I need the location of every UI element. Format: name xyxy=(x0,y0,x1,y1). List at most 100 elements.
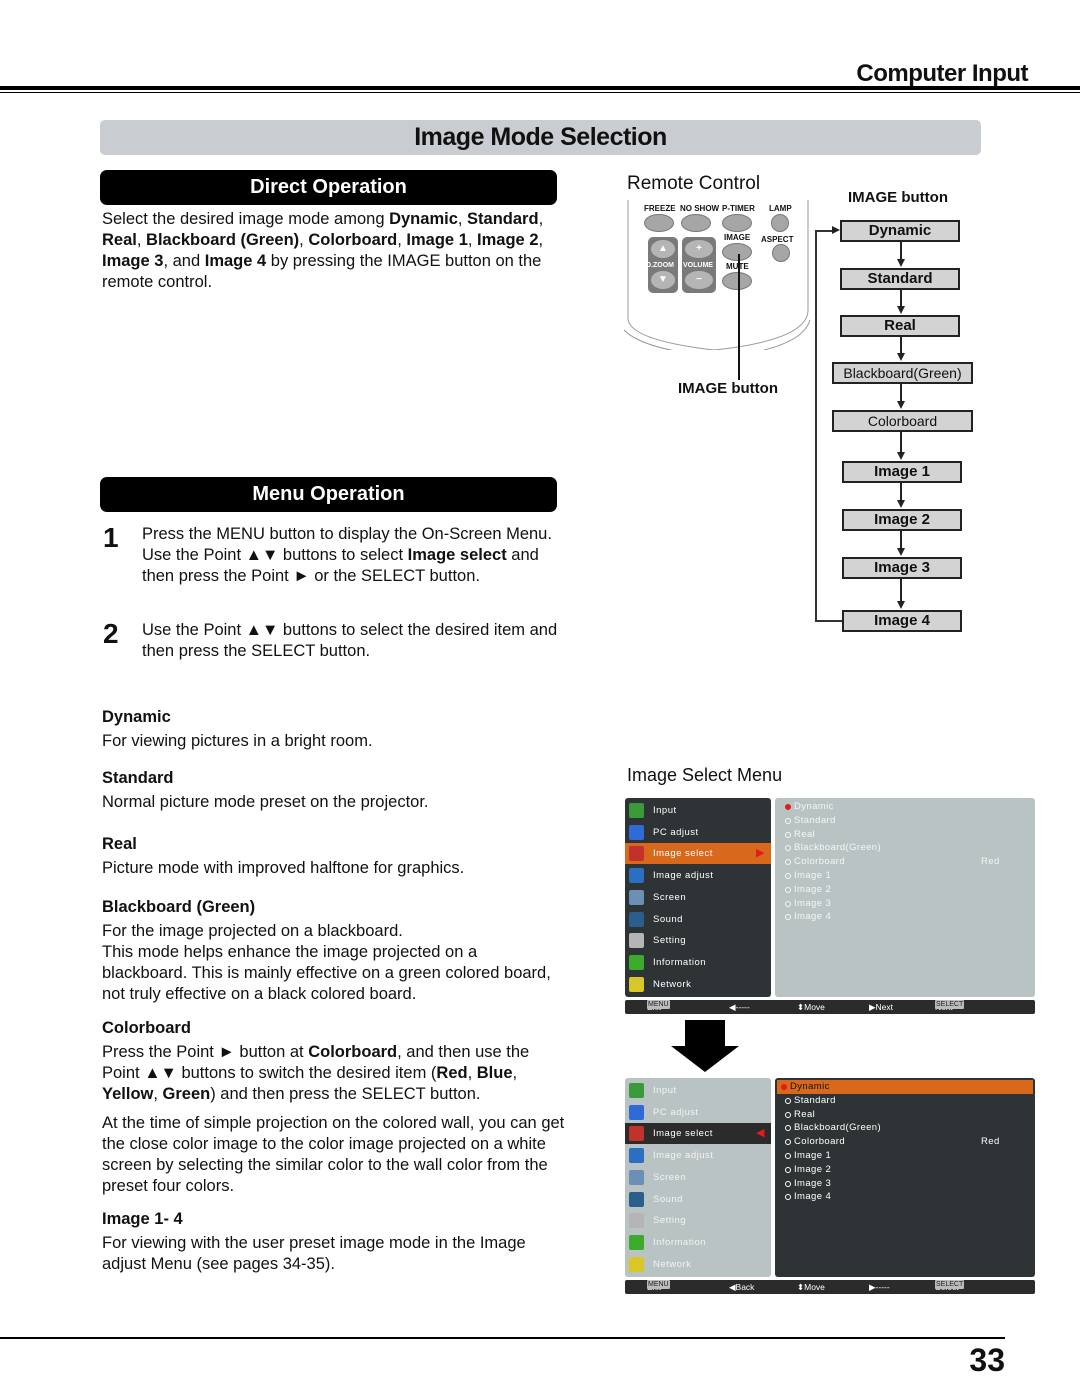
chapter-title: Computer Input xyxy=(856,60,1028,87)
radio-icon xyxy=(785,1166,791,1173)
osd-menu-item-pc-adjust[interactable]: PC adjust xyxy=(625,822,771,843)
osd-menu-item-sound[interactable]: Sound xyxy=(625,909,771,930)
p-timer-button[interactable] xyxy=(722,214,752,232)
aspect-label: ASPECT xyxy=(761,235,794,244)
arrow-down-icon xyxy=(896,401,905,409)
osd-submenu-item[interactable]: Image 2 xyxy=(781,1163,1031,1177)
osd-submenu-item-label: Image 1 xyxy=(794,1150,832,1161)
osd-menu-item-label: Network xyxy=(653,1258,692,1270)
osd-submenu-item-label: Image 4 xyxy=(794,1191,832,1203)
osd-submenu-item[interactable]: Colorboard Red xyxy=(781,855,1031,869)
d-zoom-label: D.ZOOM xyxy=(646,262,674,269)
mode-description: This mode helps enhance the image projec… xyxy=(102,943,551,1003)
osd-submenu-item[interactable]: Image 2 xyxy=(781,883,1031,897)
direct-operation-text: Select the desired image mode among Dyna… xyxy=(102,210,544,291)
d-zoom-up-button[interactable]: ▲ xyxy=(651,240,675,258)
footer-next: ▶----- xyxy=(869,1282,890,1292)
osd-submenu-item[interactable]: Image 3 xyxy=(781,1177,1031,1191)
header-rule-thin xyxy=(0,92,1080,93)
image-button[interactable] xyxy=(722,243,752,261)
no-show-button[interactable] xyxy=(681,214,711,232)
osd-footer-bar: MENU Exit ◀----- ⬍Move ▶Next SELECT Next xyxy=(625,1000,1035,1014)
osd-menu-item-label: Image select xyxy=(653,848,713,860)
radio-icon xyxy=(785,1139,791,1146)
mode-heading: Standard xyxy=(102,769,174,787)
arrow-down-icon xyxy=(896,353,905,361)
osd-menu-item-information[interactable]: Information xyxy=(625,1232,771,1253)
osd-menu-item-label: Image select xyxy=(653,1128,713,1140)
osd-submenu-item[interactable]: Blackboard(Green) xyxy=(781,1121,1031,1135)
osd-submenu-item[interactable]: Image 1 xyxy=(781,1149,1031,1163)
osd-submenu-item[interactable]: Blackboard(Green) xyxy=(781,841,1031,855)
freeze-button[interactable] xyxy=(644,214,674,232)
osd-submenu-item[interactable]: Real xyxy=(781,828,1031,842)
osd-submenu-item[interactable]: Standard xyxy=(781,814,1031,828)
osd-submenu-item[interactable]: Colorboard Red xyxy=(781,1135,1031,1149)
osd-submenu-item[interactable]: Image 4 xyxy=(781,910,1031,924)
freeze-label: FREEZE xyxy=(644,204,676,213)
osd-menu-item-image-select[interactable]: Image select ▶ xyxy=(625,843,771,865)
osd-menu-item-network[interactable]: Network xyxy=(625,974,771,995)
aspect-button[interactable] xyxy=(772,244,790,262)
footer-select: SELECT Select xyxy=(935,1280,965,1294)
osd-menu-item-network[interactable]: Network xyxy=(625,1254,771,1275)
mode-description: Picture mode with improved halftone for … xyxy=(102,859,465,877)
radio-icon xyxy=(785,817,791,824)
mode-heading: Real xyxy=(102,835,137,853)
osd-menu-item-setting[interactable]: Setting xyxy=(625,930,771,951)
osd-submenu-item[interactable]: Image 4 xyxy=(781,1190,1031,1204)
mode-description: For viewing with the user preset image m… xyxy=(102,1234,526,1273)
osd-menu-item-image-adjust[interactable]: Image adjust xyxy=(625,1145,771,1166)
osd-menu-item-pc-adjust[interactable]: PC adjust xyxy=(625,1102,771,1123)
osd-menu-item-image-adjust[interactable]: Image adjust xyxy=(625,865,771,886)
osd-submenu-item[interactable]: Dynamic xyxy=(777,1080,1033,1094)
arrow-down-icon xyxy=(896,259,905,267)
flow-connector xyxy=(900,432,902,453)
osd-submenu-item-label: Real xyxy=(794,828,816,840)
d-zoom-pad: ▲ D.ZOOM ▼ xyxy=(646,237,678,293)
volume-down-button[interactable]: − xyxy=(685,271,713,289)
osd-menu-item-screen[interactable]: Screen xyxy=(625,1167,771,1188)
sound-icon xyxy=(629,911,644,927)
lamp-button[interactable] xyxy=(771,214,789,232)
osd-submenu-item-label: Colorboard xyxy=(794,1136,845,1148)
osd-menu-item-input[interactable]: Input xyxy=(625,800,771,821)
flow-step-box: Image 1 xyxy=(842,461,962,483)
pc-adjust-icon xyxy=(629,1104,644,1120)
osd-menu-item-screen[interactable]: Screen xyxy=(625,887,771,908)
mode-description: For viewing pictures in a bright room. xyxy=(102,732,373,750)
osd-menu-item-input[interactable]: Input xyxy=(625,1080,771,1101)
osd-submenu-item[interactable]: Image 1 xyxy=(781,869,1031,883)
osd-menu-item-setting[interactable]: Setting xyxy=(625,1210,771,1231)
flow-connector xyxy=(900,579,902,602)
osd-submenu-item-label: Image 1 xyxy=(794,870,832,881)
screen-icon xyxy=(629,889,644,905)
osd-menu-item-image-select[interactable]: Image select ◀ xyxy=(625,1123,771,1145)
remote-control-illustration: FREEZE NO SHOW P-TIMER LAMP ▲ D.ZOOM ▼ +… xyxy=(624,200,812,380)
osd-submenu-item[interactable]: Real xyxy=(781,1108,1031,1122)
volume-up-button[interactable]: + xyxy=(685,240,713,258)
radio-selected-icon xyxy=(781,1084,787,1090)
mode-heading: Blackboard (Green) xyxy=(102,898,256,916)
mute-button[interactable] xyxy=(722,272,752,290)
osd-menu-item-information[interactable]: Information xyxy=(625,952,771,973)
osd-menu-item-sound[interactable]: Sound xyxy=(625,1189,771,1210)
osd-menu-item-label: Image adjust xyxy=(653,870,714,882)
step-number: 2 xyxy=(103,618,119,649)
radio-icon xyxy=(785,845,791,852)
flow-step-box: Image 3 xyxy=(842,557,962,579)
osd-submenu-item-label: Standard xyxy=(794,1094,836,1106)
arrow-down-icon xyxy=(896,306,905,314)
d-zoom-down-button[interactable]: ▼ xyxy=(651,271,675,289)
setting-icon xyxy=(629,1213,644,1229)
osd-menu-item-label: Setting xyxy=(653,935,687,947)
osd-submenu-item-label: Dynamic xyxy=(794,801,834,812)
osd-submenu-item[interactable]: Dynamic xyxy=(781,800,1031,814)
radio-icon xyxy=(785,1194,791,1201)
flow-connector xyxy=(900,531,902,549)
osd-submenu-item[interactable]: Image 3 xyxy=(781,897,1031,911)
osd-submenu-item[interactable]: Standard xyxy=(781,1094,1031,1108)
osd-submenu-item-label: Dynamic xyxy=(790,1081,830,1092)
radio-icon xyxy=(785,1125,791,1132)
input-icon xyxy=(629,1083,644,1098)
